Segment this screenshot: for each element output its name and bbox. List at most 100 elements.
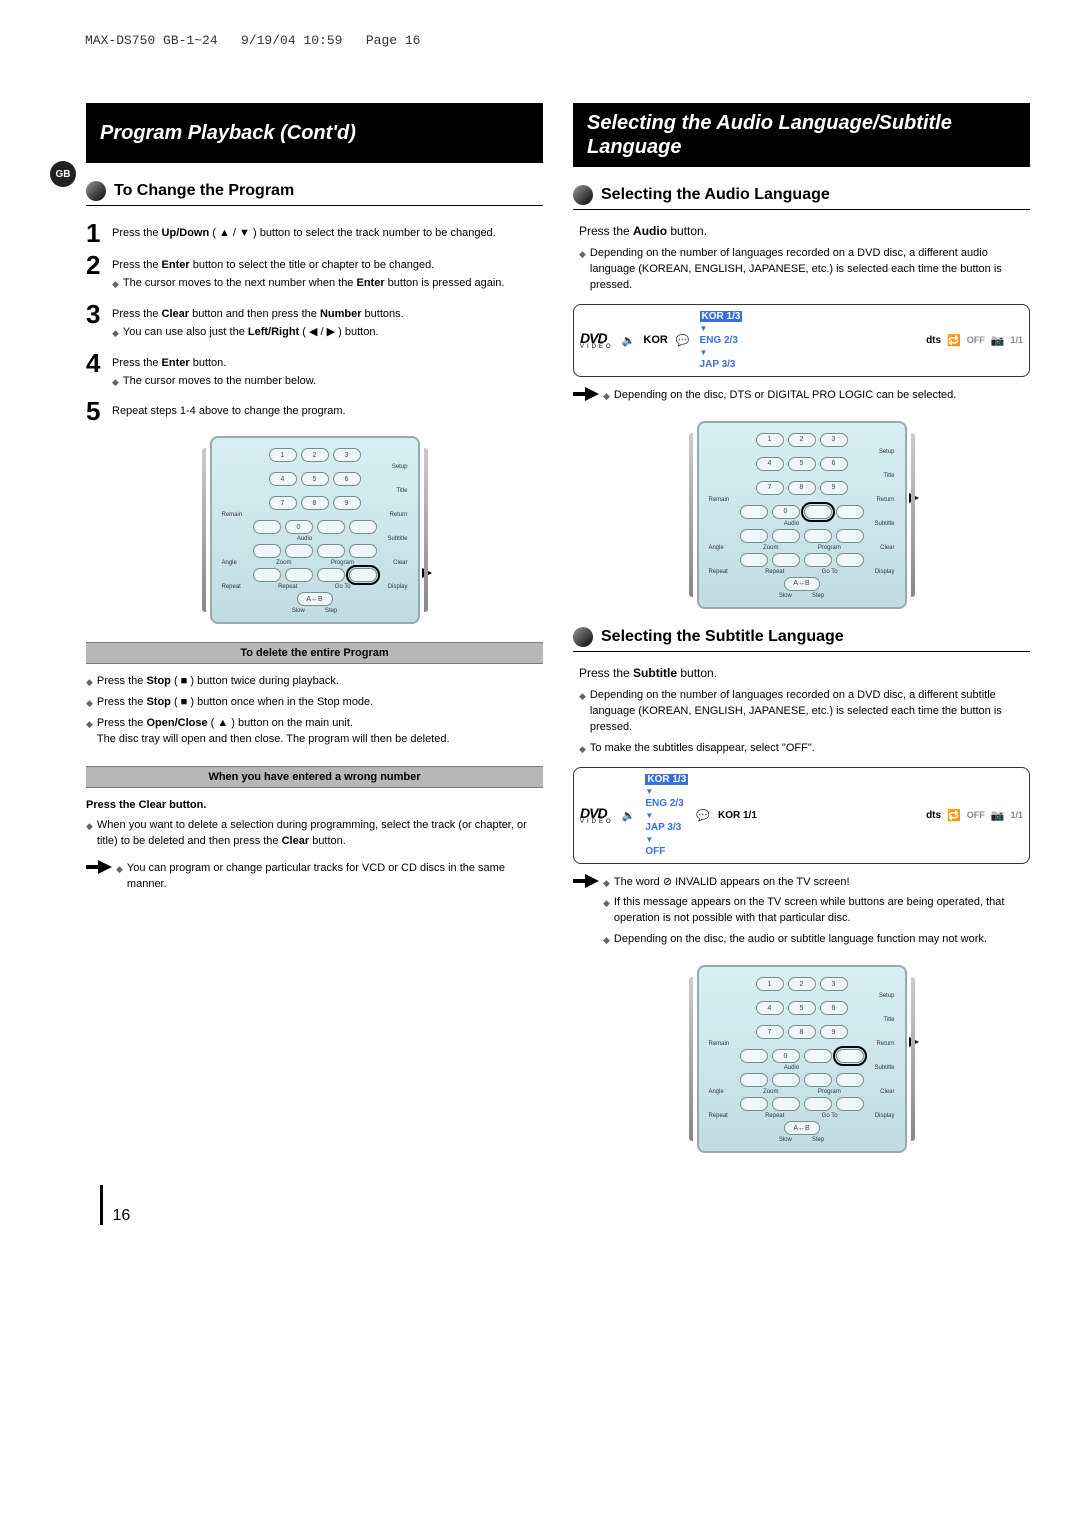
arrow-right-icon (86, 860, 116, 898)
step-1: 1 Press the Up/Down ( ▲ / ▼ ) button to … (86, 220, 543, 246)
remote-btn: 8 (788, 1025, 816, 1039)
remote-btn (253, 520, 281, 534)
prologic-icon: 🔁 (947, 334, 961, 347)
lang-option-selected: KOR 1/3 (700, 311, 743, 322)
remote-label: Return (389, 512, 407, 518)
arrow-right-icon (909, 1037, 919, 1047)
text: buttons. (362, 308, 404, 320)
remote-btn (317, 520, 345, 534)
text: button and then press the (189, 308, 320, 320)
remote-btn (740, 529, 768, 543)
remote-label: Repeat (278, 584, 297, 590)
triangle-down-icon: ▼ (700, 324, 743, 333)
remote-btn (836, 1049, 864, 1063)
arrow-right-icon (573, 874, 603, 954)
remote-btn: 7 (269, 496, 297, 510)
remote-btn: 5 (301, 472, 329, 486)
audio-heading-text: Selecting the Audio Language (601, 186, 830, 204)
remote-btn: 3 (820, 977, 848, 991)
grey-heading-delete: To delete the entire Program (86, 642, 543, 664)
text: Enter (356, 277, 384, 289)
remote-label: Program (818, 1089, 841, 1095)
text: Repeat steps 1-4 above to change the pro… (112, 404, 543, 419)
remote-btn (836, 529, 864, 543)
remote-btn (772, 553, 800, 567)
remote-btn (253, 544, 281, 558)
arrow-right-icon (573, 387, 603, 409)
remote-btn: 2 (788, 433, 816, 447)
remote-btn: 9 (820, 1025, 848, 1039)
step-3: 3 Press the Clear button and then press … (86, 301, 543, 344)
lang-option: OFF (645, 846, 688, 857)
dts-icon: dts (926, 335, 941, 346)
step-2: 2 Press the Enter button to select the t… (86, 252, 543, 295)
remote-btn: 7 (756, 481, 784, 495)
subtitle-icon: 💬 (696, 809, 710, 822)
remote-label: Repeat (765, 1113, 784, 1119)
text: Enter (162, 357, 190, 369)
remote-label: Repeat (709, 1113, 728, 1119)
remote-label: Slow (779, 1137, 792, 1143)
divider (573, 209, 1030, 210)
text: Press the (579, 224, 633, 238)
remote-label: Title (883, 473, 894, 479)
remote-label: Angle (709, 545, 724, 551)
remote-btn (285, 568, 313, 582)
remote-btn: 6 (333, 472, 361, 486)
text: Press the (579, 666, 633, 680)
osd-subtitle: DVDVIDEO 🔉 KOR 1/3 ▼ ENG 2/3 ▼ JAP 3/3 ▼… (573, 767, 1030, 864)
subtitle-subheading: Selecting the Subtitle Language (573, 627, 1030, 647)
remote-btn: 0 (772, 505, 800, 519)
text: ( ■ ) button twice during playback. (171, 675, 339, 687)
remote-btn (740, 505, 768, 519)
remote-btn (772, 1073, 800, 1087)
subtitle-heading-text: Selecting the Subtitle Language (601, 628, 844, 646)
step-num: 2 (86, 252, 112, 278)
audio-lang-list: KOR 1/3 ▼ ENG 2/3 ▼ JAP 3/3 (700, 311, 743, 370)
remote-btn: 5 (788, 457, 816, 471)
remote-label: Zoom (763, 545, 778, 551)
step-4: 4 Press the Enter button. The cursor mov… (86, 350, 543, 393)
text: Press the (112, 357, 162, 369)
press-subtitle: Press the Subtitle button. (579, 666, 1030, 680)
remote-label: Go To (335, 584, 351, 590)
remote-btn: 8 (788, 481, 816, 495)
text: Stop (146, 696, 170, 708)
count-label: 1/1 (1010, 810, 1023, 820)
remote-label: Go To (822, 569, 838, 575)
remote-btn: 3 (820, 433, 848, 447)
remote-label: Title (883, 1017, 894, 1023)
text: button. (677, 666, 717, 680)
text: Number (320, 308, 362, 320)
remote-btn: 5 (788, 1001, 816, 1015)
sub-heading: Press the Clear button. (86, 798, 543, 814)
remote-btn-highlight (349, 568, 377, 582)
remote-label: Setup (879, 449, 895, 455)
lang-option: JAP 3/3 (700, 359, 743, 370)
document-header: MAX-DS750 GB-1~24 9/19/04 10:59 Page 16 (0, 0, 1080, 48)
remote-label: Display (875, 1113, 895, 1119)
remote-label: Go To (822, 1113, 838, 1119)
remote-btn: 3 (333, 448, 361, 462)
text: Clear (282, 835, 310, 847)
remote-btn: 6 (820, 457, 848, 471)
text: The cursor moves to the next number when… (123, 277, 357, 289)
step-num: 4 (86, 350, 112, 376)
text: Enter (162, 259, 190, 271)
arrow-right-icon (422, 568, 432, 578)
subtitle-lang-list: KOR 1/3 ▼ ENG 2/3 ▼ JAP 3/3 ▼ OFF (645, 774, 688, 857)
text: ( ◀ / ▶ ) button. (299, 326, 378, 338)
count-label: 1/1 (1010, 335, 1023, 345)
text: Depending on the disc, DTS or DIGITAL PR… (614, 388, 956, 404)
remote-btn (285, 544, 313, 558)
remote-label: Subtitle (387, 536, 407, 542)
remote-btn (804, 1049, 832, 1063)
remote-label: Remain (709, 497, 730, 503)
tip-row: You can program or change particular tra… (86, 860, 543, 898)
remote-control: 123 Setup 456 Title 789 RemainReturn 0 A… (697, 421, 907, 609)
remote-label: Step (325, 608, 337, 614)
delete-bullets: Press the Stop ( ■ ) button twice during… (86, 674, 543, 748)
triangle-down-icon: ▼ (700, 348, 743, 357)
bullet-circle-icon (573, 185, 593, 205)
remote-figure-3: 123 Setup 456 Title 789 RemainReturn 0 A… (573, 965, 1030, 1153)
